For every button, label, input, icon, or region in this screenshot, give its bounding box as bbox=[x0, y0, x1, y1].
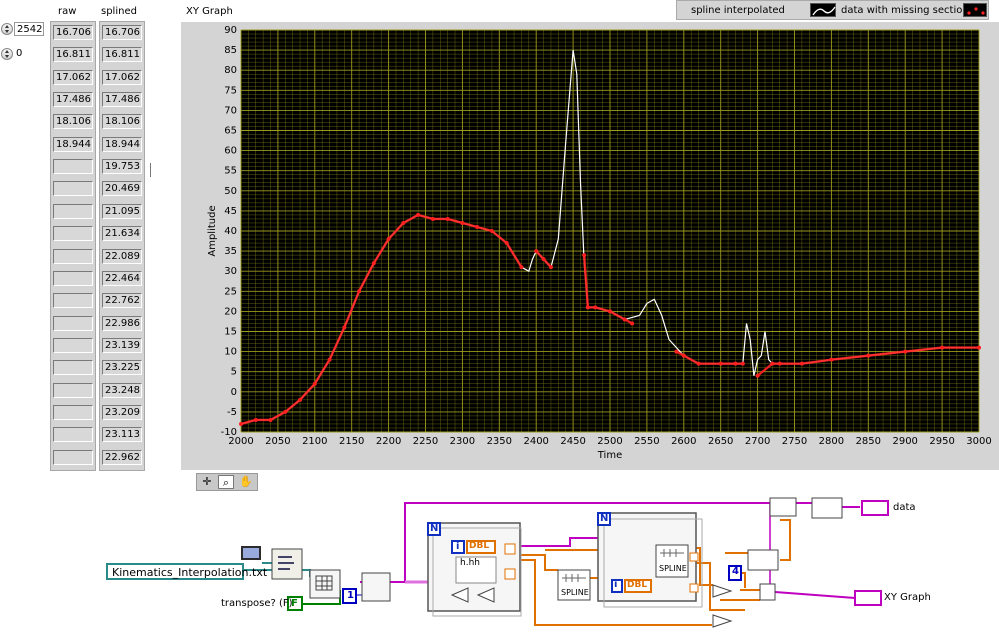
to-dbl-node-2[interactable]: DBL bbox=[627, 580, 647, 590]
xy-graph-indicator-label: XY Graph bbox=[884, 592, 931, 603]
transpose-label: transpose? (F) bbox=[221, 598, 293, 609]
to-dbl-node-1[interactable]: DBL bbox=[469, 541, 489, 551]
spline-node-2[interactable]: SPLINE bbox=[659, 564, 687, 573]
read-spreadsheet-node[interactable] bbox=[272, 549, 302, 579]
constant-four[interactable]: 4 bbox=[732, 566, 739, 577]
file-path-constant[interactable]: Kinematics_Interpolation.txt bbox=[112, 566, 267, 579]
xy-graph-indicator[interactable] bbox=[855, 591, 881, 605]
file-open-icon[interactable] bbox=[241, 545, 261, 560]
for-loop-2-count[interactable]: N bbox=[600, 513, 608, 524]
for-loop-2-iteration: i bbox=[614, 579, 618, 590]
for-loop-1-iteration: i bbox=[456, 541, 460, 552]
transpose-constant[interactable]: F bbox=[291, 598, 298, 609]
constant-one[interactable]: 1 bbox=[347, 590, 354, 601]
spline-node-1[interactable]: SPLINE bbox=[561, 588, 589, 597]
block-diagram bbox=[106, 497, 889, 628]
data-indicator-label: data bbox=[893, 502, 916, 513]
for-loop-1-count[interactable]: N bbox=[430, 523, 438, 534]
data-indicator[interactable] bbox=[862, 501, 888, 515]
format-value-node[interactable]: h.hh bbox=[460, 558, 480, 568]
